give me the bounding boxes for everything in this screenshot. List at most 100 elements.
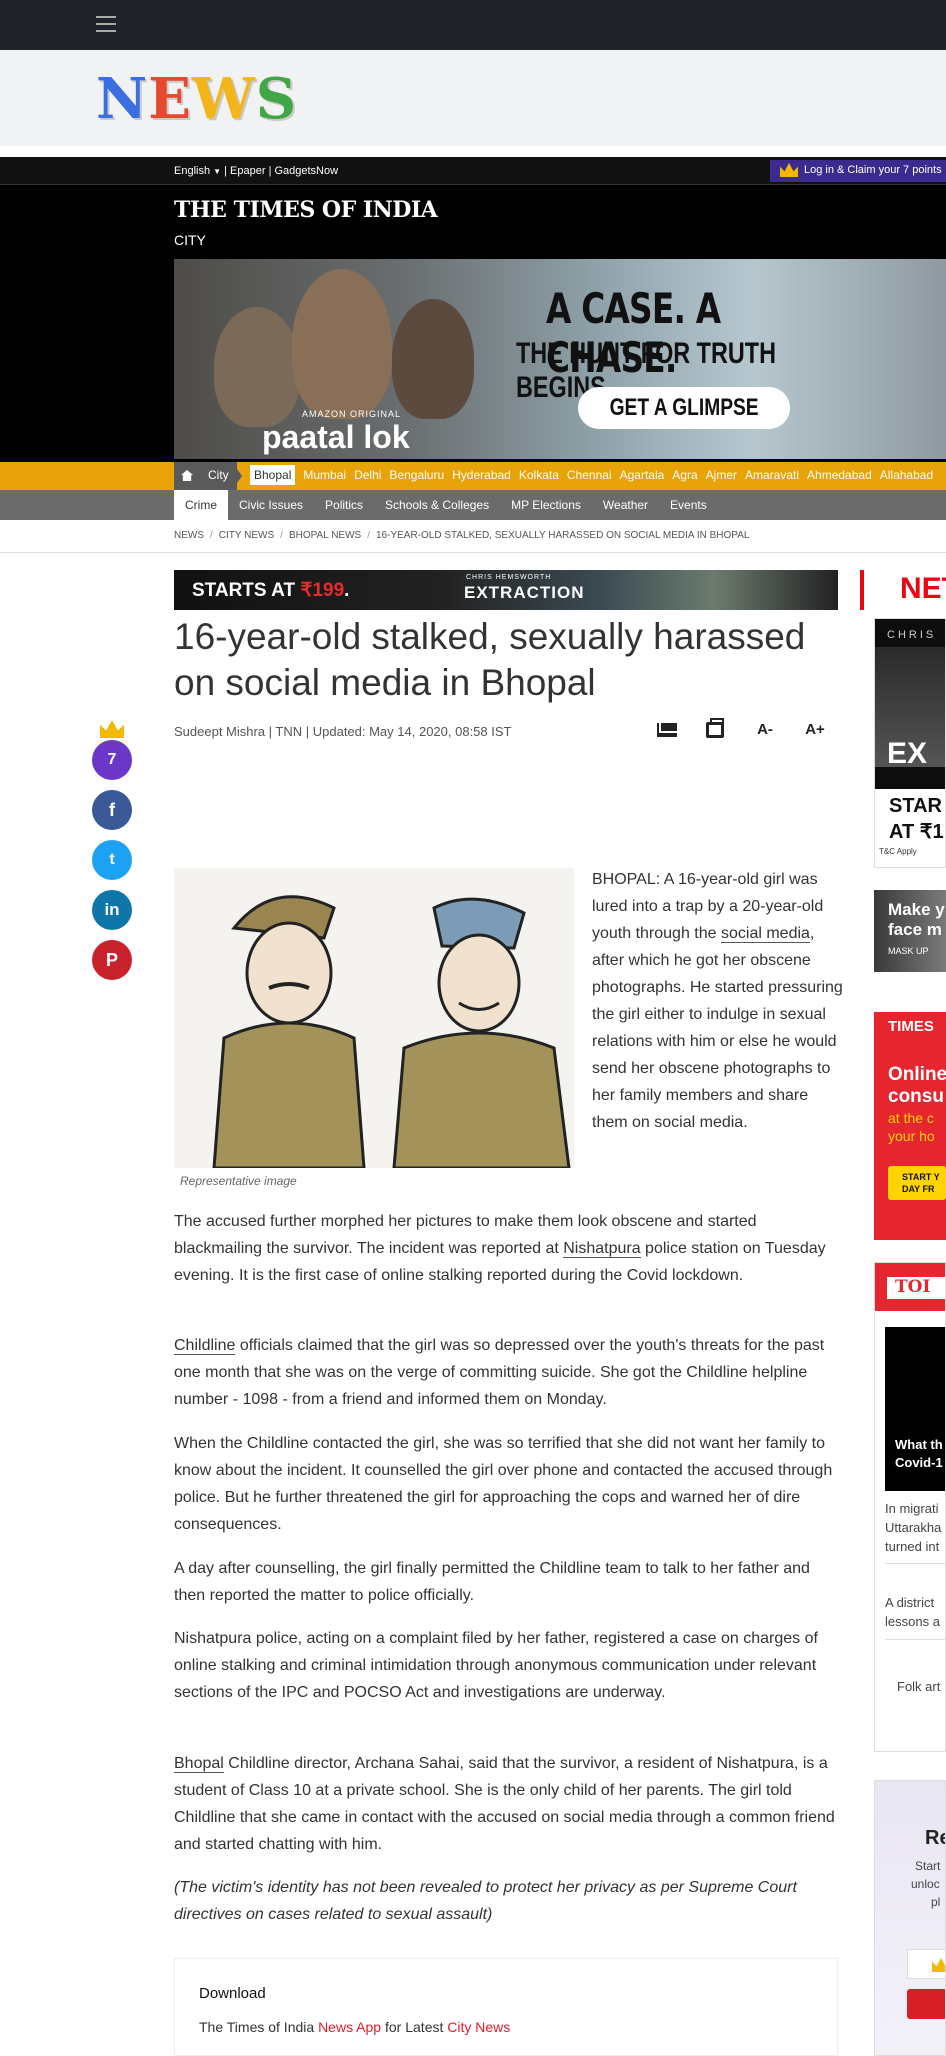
image-caption: Representative image xyxy=(180,1174,297,1188)
paragraph-text: Childline director, Archana Sahai, said … xyxy=(174,1755,835,1853)
city-nav: City Bhopal Mumbai Delhi Bengaluru Hyderabad… xyxy=(0,462,946,490)
chevron-down-icon: ▼ xyxy=(213,167,222,176)
right-ad-text: face m xyxy=(888,920,942,939)
ad-face-image xyxy=(292,269,392,419)
right-ad-button[interactable]: START Y DAY FR xyxy=(888,1166,946,1200)
pinterest-icon[interactable]: P xyxy=(92,940,132,980)
right-ad-text: at the c xyxy=(888,1110,934,1126)
city-nav-item[interactable]: Kolkata xyxy=(519,468,559,482)
ad-starts-label: STARTS AT xyxy=(192,580,301,601)
city-nav-item[interactable]: Allahabad xyxy=(880,468,933,482)
right-ad-times[interactable]: TIMES Online consu at the c your ho STAR… xyxy=(874,1012,946,1240)
right-ad-price: AT ₹1 xyxy=(889,821,944,843)
article-paragraph: Childline officials claimed that the gir… xyxy=(174,1332,842,1413)
crown-icon xyxy=(100,720,124,738)
sub-nav-tab[interactable]: Crime xyxy=(174,490,228,520)
toi-story-line: A district xyxy=(885,1595,935,1610)
news-app-link[interactable]: News App xyxy=(318,2019,381,2035)
right-ad-text: MASK UP xyxy=(888,946,929,956)
crown-icon xyxy=(932,1958,945,1972)
email-button[interactable] xyxy=(652,718,682,742)
points-badge[interactable]: 7 xyxy=(92,740,132,780)
toi-widget-header: TOI xyxy=(875,1263,945,1311)
article-title: 16-year-old stalked, sexually harassed o… xyxy=(174,616,806,703)
rewards-button[interactable] xyxy=(907,1989,945,2019)
childline-link[interactable]: Childline xyxy=(174,1337,236,1355)
right-ad-extraction[interactable]: CHRIS EX STAR AT ₹1 T&C Apply xyxy=(874,618,946,868)
right-toi-widget: TOI What th Covid-1 In migrati Uttarakha… xyxy=(874,1262,946,1752)
sub-nav-tab[interactable]: Events xyxy=(659,490,718,520)
sub-nav-tab[interactable]: Politics xyxy=(314,490,374,520)
sub-nav-tab[interactable]: Weather xyxy=(592,490,659,520)
extraction-ad-strip[interactable]: STARTS AT ₹199. CHRIS HEMSWORTH EXTRACTI… xyxy=(174,570,946,610)
paatal-lok-banner-ad[interactable]: AMAZON ORIGINAL paatal lok A CASE. A CHA… xyxy=(174,259,946,459)
toi-story-link[interactable]: In migrati Uttarakha turned int xyxy=(885,1499,941,1556)
right-rewards-widget: Re Start unloc pl xyxy=(874,1780,946,2056)
rewards-title: Re xyxy=(925,1827,945,1849)
section-title: CITY xyxy=(174,232,206,248)
download-heading: Download xyxy=(199,1985,266,2002)
toi-story-line: In migrati xyxy=(885,1501,939,1516)
right-ad-tc: T&C Apply xyxy=(879,847,917,856)
download-app-box: Download The Times of India News App for… xyxy=(174,1958,838,2056)
breadcrumb-item: 16-YEAR-OLD STALKED, SEXUALLY HARASSED O… xyxy=(375,530,750,541)
home-button[interactable] xyxy=(174,462,200,490)
city-nav-item[interactable]: Chennai xyxy=(567,468,612,482)
ad-actor: CHRIS HEMSWORTH xyxy=(466,574,552,581)
city-nav-item[interactable]: Bengaluru xyxy=(389,468,444,482)
font-decrease-button[interactable]: A- xyxy=(750,718,780,742)
right-ad-mask[interactable]: Make y face m MASK UP xyxy=(874,890,946,972)
login-label: Log in & Claim your 7 points xyxy=(804,164,942,176)
login-button[interactable]: Log in & Claim your 7 points xyxy=(770,160,946,182)
breadcrumb-item[interactable]: NEWS xyxy=(174,530,204,541)
social-media-link[interactable]: social media xyxy=(720,925,810,943)
article-image xyxy=(174,868,574,1168)
download-text-part: for Latest xyxy=(381,2019,448,2035)
right-ad-text: your ho xyxy=(888,1128,935,1144)
printer-icon xyxy=(706,718,724,738)
city-nav-item[interactable]: Hyderabad xyxy=(452,468,511,482)
toi-header: English ▼ | Epaper | GadgetsNow Log in &… xyxy=(0,157,946,462)
city-nav-item[interactable]: Ajmer xyxy=(706,468,737,482)
news-logo[interactable]: NEWS xyxy=(96,66,297,132)
divider xyxy=(885,1639,945,1640)
city-nav-item[interactable]: Bhopal xyxy=(250,465,296,485)
sub-nav-tab[interactable]: MP Elections xyxy=(500,490,592,520)
print-button[interactable] xyxy=(700,718,730,742)
city-nav-item[interactable]: Delhi xyxy=(354,468,381,482)
nishatpura-link[interactable]: Nishatpura xyxy=(563,1240,641,1258)
divider xyxy=(0,552,946,553)
toi-utility-links[interactable]: English ▼ | Epaper | GadgetsNow xyxy=(174,165,338,177)
download-text-part: The Times of India xyxy=(199,2019,319,2035)
toi-video-thumbnail[interactable]: What th Covid-1 xyxy=(885,1327,945,1491)
font-increase-button[interactable]: A+ xyxy=(800,718,830,742)
sub-nav-tab[interactable]: Schools & Colleges xyxy=(374,490,500,520)
facebook-icon[interactable]: f xyxy=(92,790,132,830)
language-select[interactable]: English xyxy=(174,165,210,177)
breadcrumb-item[interactable]: BHOPAL NEWS xyxy=(289,530,361,541)
toi-links[interactable]: | Epaper | GadgetsNow xyxy=(224,165,338,177)
city-news-link[interactable]: City News xyxy=(447,2019,510,2035)
ad-cta-button[interactable]: GET A GLIMPSE xyxy=(578,387,790,429)
city-nav-item[interactable]: Agartala xyxy=(620,468,665,482)
city-nav-item[interactable]: Ahmedabad xyxy=(807,468,872,482)
article-paragraph: The accused further morphed her pictures… xyxy=(174,1208,842,1289)
breadcrumb-item[interactable]: CITY NEWS xyxy=(219,530,274,541)
city-nav-item[interactable]: Agra xyxy=(672,468,697,482)
toi-logo[interactable]: THE TIMES OF INDIA xyxy=(174,197,438,223)
article-paragraph: Bhopal Childline director, Archana Sahai… xyxy=(174,1750,842,1858)
linkedin-icon[interactable]: in xyxy=(92,890,132,930)
sub-nav-tab[interactable]: Civic Issues xyxy=(228,490,314,520)
ad-price-dot: . xyxy=(344,580,350,601)
bhopal-link[interactable]: Bhopal xyxy=(174,1755,224,1773)
hamburger-menu-icon[interactable] xyxy=(96,16,116,32)
right-ad-start: STAR xyxy=(889,795,942,817)
city-nav-item[interactable]: Amaravati xyxy=(745,468,799,482)
toi-story-link[interactable]: A district lessons a xyxy=(885,1593,940,1631)
twitter-icon[interactable]: t xyxy=(92,840,132,880)
netflix-logo: NET xyxy=(860,570,946,610)
city-nav-item[interactable]: Mumbai xyxy=(303,468,346,482)
ad-price: ₹199 xyxy=(300,580,345,601)
toi-story-link[interactable]: Folk art xyxy=(897,1679,940,1694)
toi-story-line: turned int xyxy=(885,1539,940,1554)
